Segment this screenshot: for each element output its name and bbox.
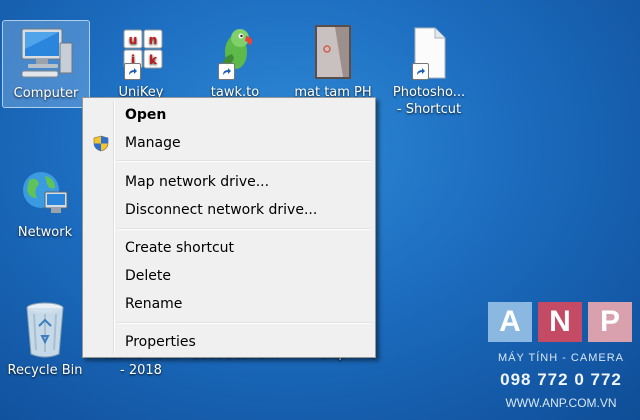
recycle-bin-icon: [2, 298, 88, 362]
anp-logo-letter-p: P: [588, 302, 632, 342]
shortcut-arrow-icon: [218, 63, 235, 80]
menu-item-label: Create shortcut: [125, 240, 235, 256]
context-menu: Open Manage Map network drive... Disconn…: [82, 97, 376, 358]
desktop-icon-label: Network: [17, 225, 73, 240]
menu-item-label: Rename: [125, 296, 183, 312]
anp-website: WWW.ANP.COM.VN: [505, 396, 617, 410]
anp-logo-letter-a: A: [488, 302, 532, 342]
anp-subtitle: MÁY TÍNH - CAMERA: [498, 352, 624, 364]
unikey-icon: u n i k: [98, 20, 184, 84]
desktop-icon-recycle-bin[interactable]: Recycle Bin: [2, 298, 88, 379]
desktop-icon-network[interactable]: Network: [2, 160, 88, 241]
parrot-icon: [192, 20, 278, 84]
shortcut-arrow-icon: [412, 63, 429, 80]
menu-item-disconnect-network-drive[interactable]: Disconnect network drive...: [85, 197, 373, 223]
menu-item-create-shortcut[interactable]: Create shortcut: [85, 235, 373, 261]
menu-item-label: Delete: [125, 268, 171, 284]
blank-file-icon: [386, 20, 472, 84]
menu-item-rename[interactable]: Rename: [85, 291, 373, 317]
menu-separator: [117, 160, 371, 162]
desktop-icon-photoshop-shortcut[interactable]: Photosho... - Shortcut: [386, 20, 472, 118]
menu-separator: [117, 228, 371, 230]
menu-item-properties[interactable]: Properties: [85, 329, 373, 355]
unikey-key-u: u: [129, 33, 138, 47]
menu-separator: [117, 322, 371, 324]
menu-item-label: Map network drive...: [125, 174, 270, 190]
desktop-icon-label: Recycle Bin: [7, 363, 83, 378]
desktop-icon-label: Photosho...: [392, 85, 466, 100]
computer-icon: [3, 21, 89, 85]
menu-item-manage[interactable]: Manage: [85, 130, 373, 156]
menu-item-label: Disconnect network drive...: [125, 202, 318, 218]
shield-icon: [93, 135, 109, 161]
menu-item-map-network-drive[interactable]: Map network drive...: [85, 169, 373, 195]
desktop-icon-label-line2: - Shortcut: [396, 102, 462, 117]
network-icon: [2, 160, 88, 224]
unikey-key-k: k: [149, 53, 158, 67]
anp-logo-letter-n: N: [538, 302, 582, 342]
desktop-icon-label: Computer: [13, 86, 79, 101]
menu-item-label: Properties: [125, 334, 196, 350]
photo-icon: [290, 20, 376, 84]
desktop-icon-tawkto[interactable]: tawk.to: [192, 20, 278, 101]
menu-item-open[interactable]: Open: [85, 102, 373, 128]
desktop-icon-unikey[interactable]: u n i k UniKey: [98, 20, 184, 101]
menu-item-delete[interactable]: Delete: [85, 263, 373, 289]
desktop-icon-computer[interactable]: Computer: [2, 20, 90, 108]
anp-phone: 098 772 0 772: [500, 370, 622, 389]
unikey-key-n: n: [149, 33, 158, 47]
shortcut-arrow-icon: [124, 63, 141, 80]
menu-item-label: Open: [125, 107, 167, 123]
menu-item-label: Manage: [125, 135, 181, 151]
desktop-icon-mat-tam[interactable]: mat tam PH: [290, 20, 376, 101]
desktop-icon-label-line2: - 2018: [120, 363, 162, 378]
